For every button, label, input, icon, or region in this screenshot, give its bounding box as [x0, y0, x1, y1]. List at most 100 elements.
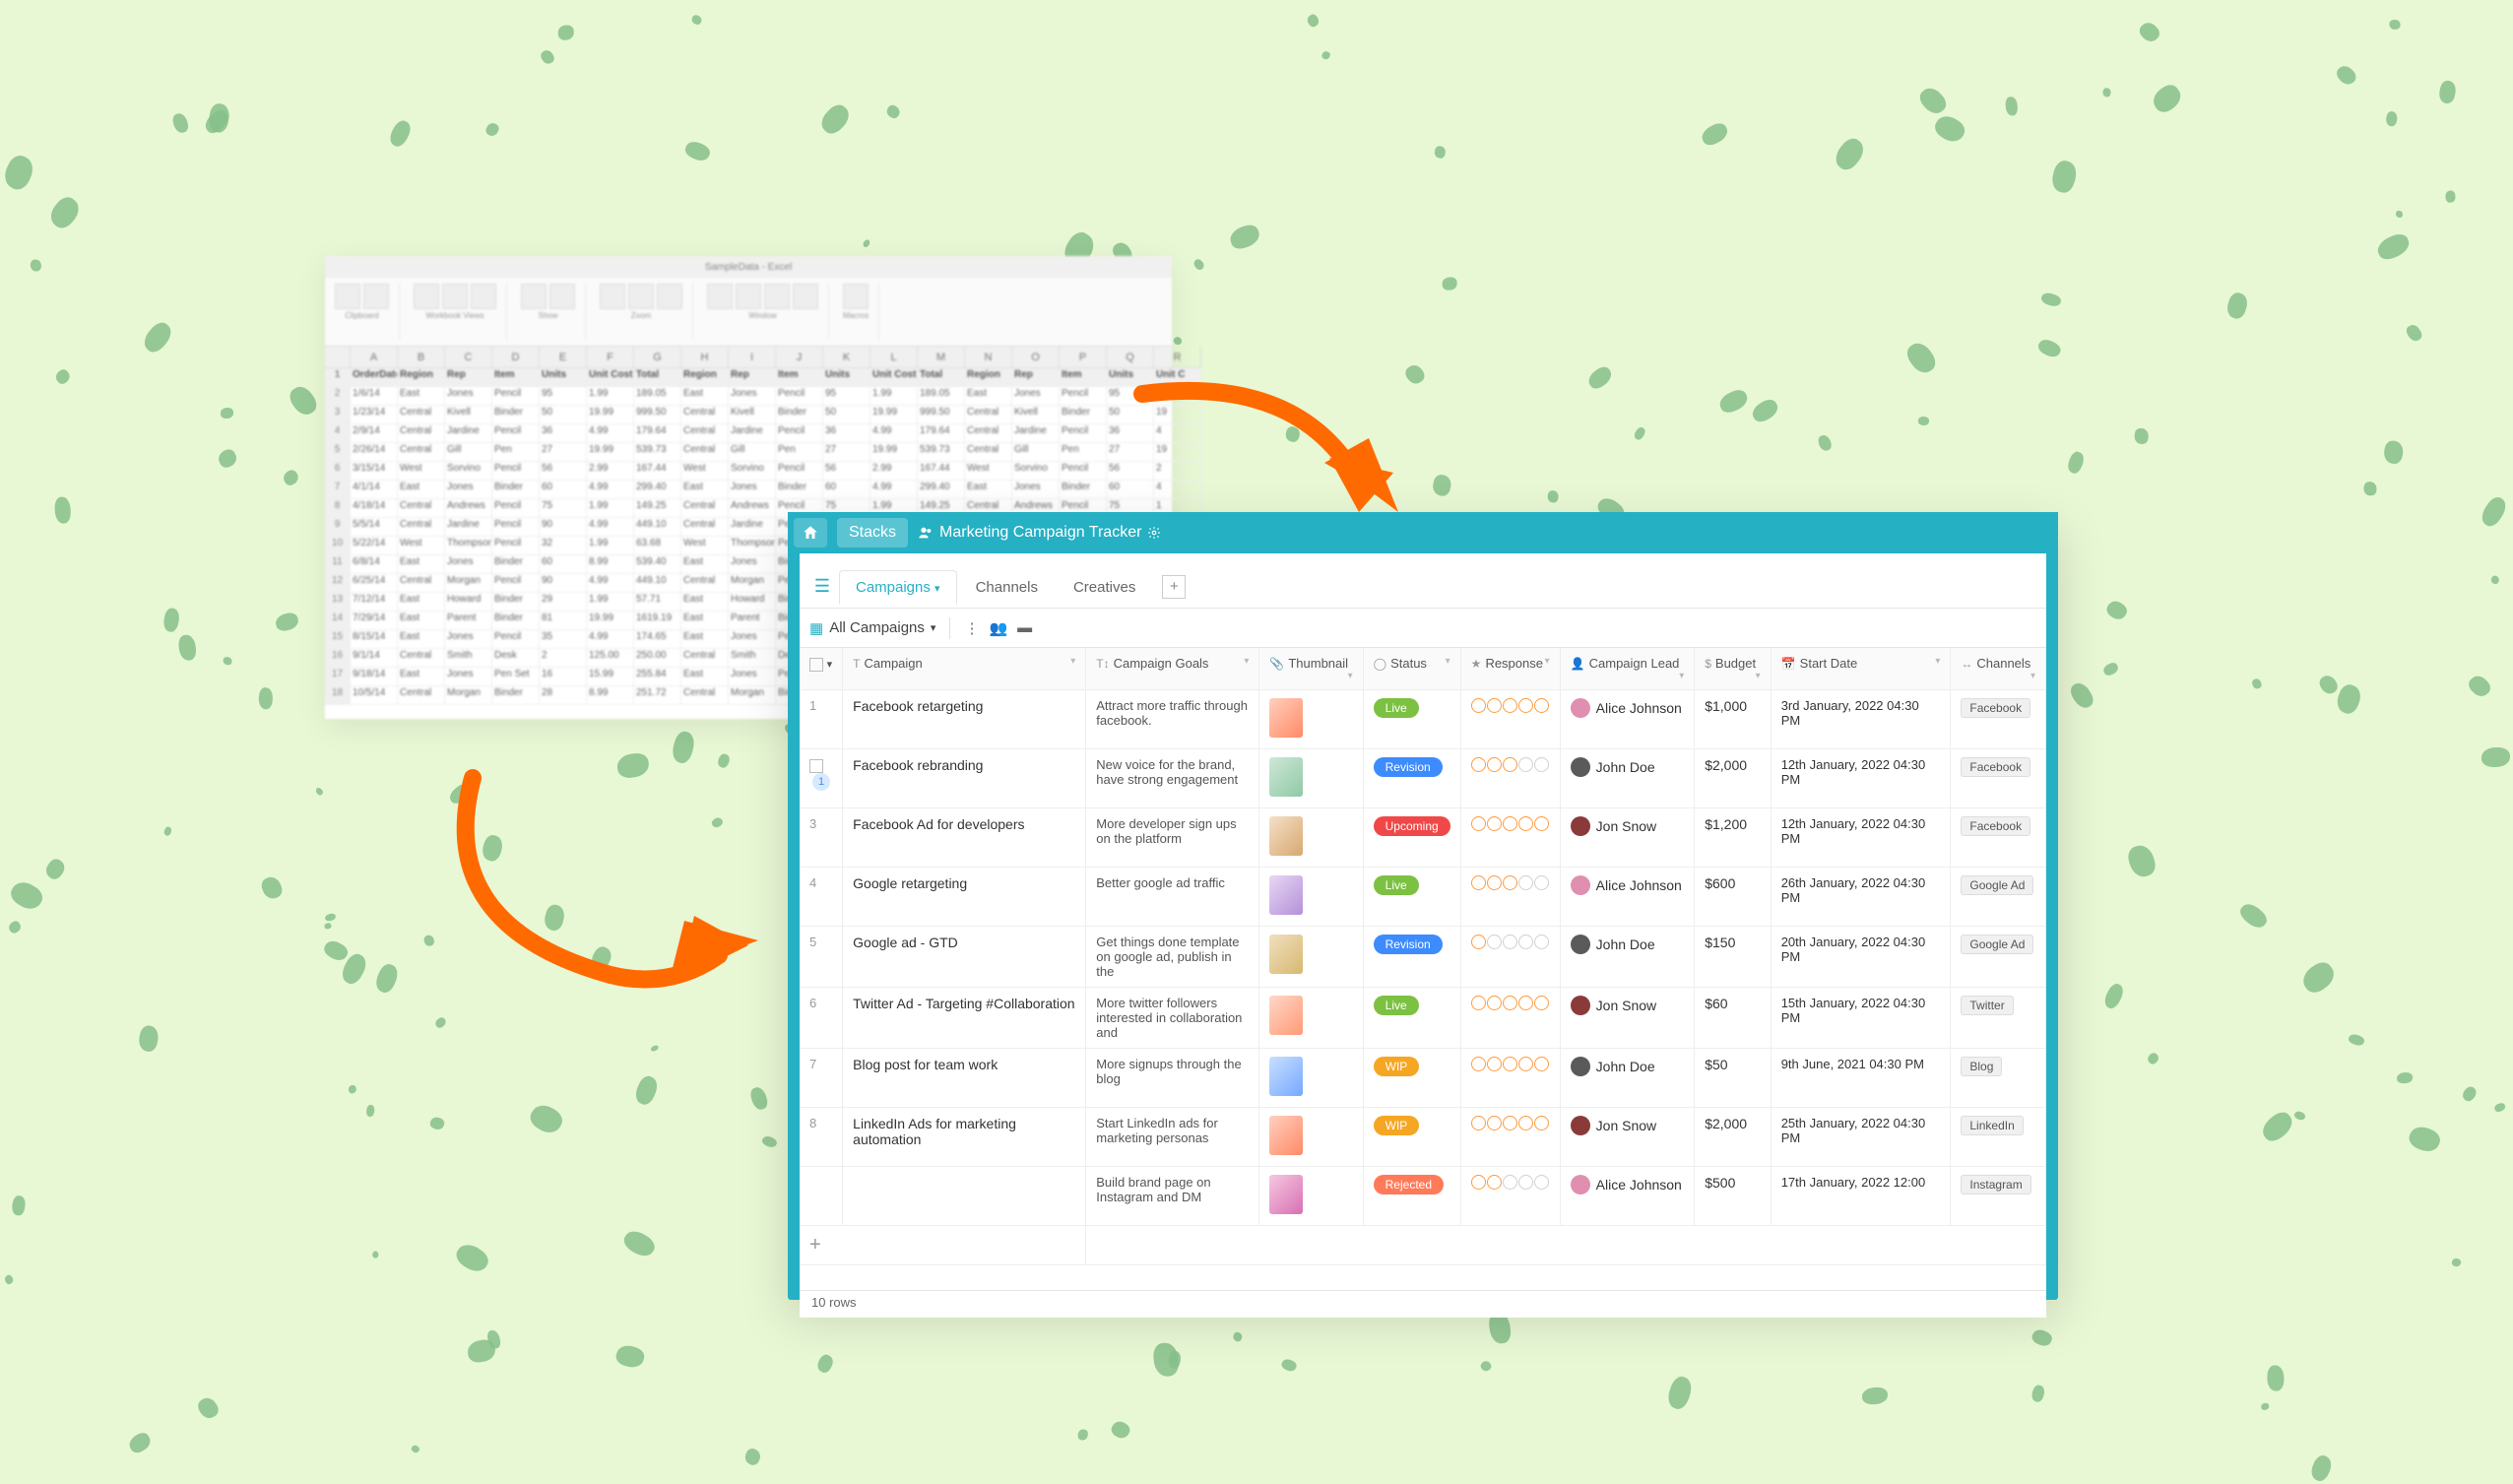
cell-lead[interactable]: John Doe	[1571, 1057, 1685, 1076]
cell-budget[interactable]: $60	[1695, 988, 1771, 1049]
cell-response[interactable]	[1460, 690, 1560, 749]
cell-start-date[interactable]: 26th January, 2022 04:30 PM	[1771, 868, 1951, 927]
channel-tag[interactable]: LinkedIn	[1961, 1116, 2023, 1135]
cell-response[interactable]	[1460, 1167, 1560, 1226]
thumbnail-image[interactable]	[1269, 875, 1303, 915]
cell-response[interactable]	[1460, 927, 1560, 988]
cell-lead[interactable]: Jon Snow	[1571, 1116, 1685, 1135]
status-badge[interactable]: WIP	[1374, 1057, 1420, 1076]
cell-budget[interactable]: $150	[1695, 927, 1771, 988]
cell-response[interactable]	[1460, 749, 1560, 808]
cell-lead[interactable]: Jon Snow	[1571, 996, 1685, 1015]
cell-budget[interactable]: $50	[1695, 1049, 1771, 1108]
cell-response[interactable]	[1460, 1108, 1560, 1167]
thumbnail-image[interactable]	[1269, 1175, 1303, 1214]
cell-start-date[interactable]: 15th January, 2022 04:30 PM	[1771, 988, 1951, 1049]
channel-tag[interactable]: Blog	[1961, 1057, 2002, 1076]
thumbnail-image[interactable]	[1269, 996, 1303, 1035]
channel-tag[interactable]: Instagram	[1961, 1175, 2030, 1194]
cell-budget[interactable]: $1,000	[1695, 690, 1771, 749]
cell-start-date[interactable]: 25th January, 2022 04:30 PM	[1771, 1108, 1951, 1167]
channel-tag[interactable]: Facebook	[1961, 757, 2030, 777]
add-table-button[interactable]: +	[1162, 575, 1186, 599]
cell-lead[interactable]: John Doe	[1571, 757, 1685, 777]
cell-campaign[interactable]	[843, 1167, 1086, 1226]
channel-tag[interactable]: Google Ad	[1961, 935, 2033, 954]
cell-lead[interactable]: Alice Johnson	[1571, 875, 1685, 895]
cell-start-date[interactable]: 12th January, 2022 04:30 PM	[1771, 808, 1951, 868]
status-badge[interactable]: Live	[1374, 698, 1419, 718]
cell-goals[interactable]: New voice for the brand, have strong eng…	[1086, 749, 1259, 808]
cell-campaign[interactable]: Blog post for team work	[843, 1049, 1086, 1108]
cell-budget[interactable]: $500	[1695, 1167, 1771, 1226]
cell-goals[interactable]: More developer sign ups on the platform	[1086, 808, 1259, 868]
thumbnail-image[interactable]	[1269, 757, 1303, 797]
table-row[interactable]: 7Blog post for team workMore signups thr…	[800, 1049, 2046, 1108]
cell-start-date[interactable]: 20th January, 2022 04:30 PM	[1771, 927, 1951, 988]
col-thumbnail[interactable]: 📎Thumbnail▾	[1259, 648, 1363, 690]
col-status[interactable]: ◯Status▾	[1363, 648, 1460, 690]
channel-tag[interactable]: Twitter	[1961, 996, 2013, 1015]
status-badge[interactable]: Revision	[1374, 757, 1443, 777]
cell-budget[interactable]: $2,000	[1695, 1108, 1771, 1167]
cell-start-date[interactable]: 17th January, 2022 12:00	[1771, 1167, 1951, 1226]
cell-goals[interactable]: More signups through the blog	[1086, 1049, 1259, 1108]
thumbnail-image[interactable]	[1269, 1116, 1303, 1155]
tab-channels[interactable]: Channels	[959, 570, 1055, 605]
table-row[interactable]: 8LinkedIn Ads for marketing automationSt…	[800, 1108, 2046, 1167]
add-row-button[interactable]: +	[800, 1226, 1086, 1265]
cell-campaign[interactable]: Google retargeting	[843, 868, 1086, 927]
table-row[interactable]: 5Google ad - GTDGet things done template…	[800, 927, 2046, 988]
cell-lead[interactable]: Jon Snow	[1571, 816, 1685, 836]
cell-budget[interactable]: $600	[1695, 868, 1771, 927]
status-badge[interactable]: Revision	[1374, 935, 1443, 954]
table-row[interactable]: 4Google retargetingBetter google ad traf…	[800, 868, 2046, 927]
col-start[interactable]: 📅Start Date▾	[1771, 648, 1951, 690]
cell-start-date[interactable]: 9th June, 2021 04:30 PM	[1771, 1049, 1951, 1108]
cell-goals[interactable]: More twitter followers interested in col…	[1086, 988, 1259, 1049]
thumbnail-image[interactable]	[1269, 935, 1303, 974]
cell-response[interactable]	[1460, 808, 1560, 868]
cell-start-date[interactable]: 12th January, 2022 04:30 PM	[1771, 749, 1951, 808]
table-row[interactable]: 3Facebook Ad for developersMore develope…	[800, 808, 2046, 868]
cell-lead[interactable]: Alice Johnson	[1571, 698, 1685, 718]
col-channels[interactable]: ↔Channels▾	[1951, 648, 2046, 690]
tab-creatives[interactable]: Creatives	[1057, 570, 1152, 605]
layout-icon[interactable]: ▬	[1017, 619, 1032, 637]
channel-tag[interactable]: Google Ad	[1961, 875, 2033, 895]
cell-campaign[interactable]: Twitter Ad - Targeting #Collaboration	[843, 988, 1086, 1049]
status-badge[interactable]: Rejected	[1374, 1175, 1444, 1194]
col-budget[interactable]: $Budget▾	[1695, 648, 1771, 690]
col-campaign[interactable]: TCampaign▾	[843, 648, 1086, 690]
table-row[interactable]: 6Twitter Ad - Targeting #CollaborationMo…	[800, 988, 2046, 1049]
cell-lead[interactable]: Alice Johnson	[1571, 1175, 1685, 1194]
col-lead[interactable]: 👤Campaign Lead▾	[1560, 648, 1695, 690]
table-row[interactable]: 1Facebook retargetingAttract more traffi…	[800, 690, 2046, 749]
status-badge[interactable]: Live	[1374, 875, 1419, 895]
col-goals[interactable]: T↕Campaign Goals▾	[1086, 648, 1259, 690]
cell-goals[interactable]: Attract more traffic through facebook.	[1086, 690, 1259, 749]
status-badge[interactable]: Upcoming	[1374, 816, 1450, 836]
cell-campaign[interactable]: Facebook retargeting	[843, 690, 1086, 749]
cell-budget[interactable]: $1,200	[1695, 808, 1771, 868]
cell-response[interactable]	[1460, 1049, 1560, 1108]
cell-start-date[interactable]: 3rd January, 2022 04:30 PM	[1771, 690, 1951, 749]
channel-tag[interactable]: Facebook	[1961, 698, 2030, 718]
col-response[interactable]: ★Response▾	[1460, 648, 1560, 690]
thumbnail-image[interactable]	[1269, 698, 1303, 738]
stacks-button[interactable]: Stacks	[837, 518, 908, 548]
filter-icon[interactable]: ⋮	[964, 619, 979, 637]
tab-campaigns[interactable]: Campaigns ▾	[839, 570, 957, 605]
cell-goals[interactable]: Get things done template on google ad, p…	[1086, 927, 1259, 988]
view-selector[interactable]: ▦ All Campaigns ▾	[809, 619, 935, 637]
thumbnail-image[interactable]	[1269, 1057, 1303, 1096]
channel-tag[interactable]: Facebook	[1961, 816, 2030, 836]
cell-campaign[interactable]: Facebook Ad for developers	[843, 808, 1086, 868]
cell-goals[interactable]: Start LinkedIn ads for marketing persona…	[1086, 1108, 1259, 1167]
cell-campaign[interactable]: LinkedIn Ads for marketing automation	[843, 1108, 1086, 1167]
users-toolbar-icon[interactable]: 👥	[989, 619, 1007, 637]
cell-budget[interactable]: $2,000	[1695, 749, 1771, 808]
thumbnail-image[interactable]	[1269, 816, 1303, 856]
cell-lead[interactable]: John Doe	[1571, 935, 1685, 954]
status-badge[interactable]: WIP	[1374, 1116, 1420, 1135]
